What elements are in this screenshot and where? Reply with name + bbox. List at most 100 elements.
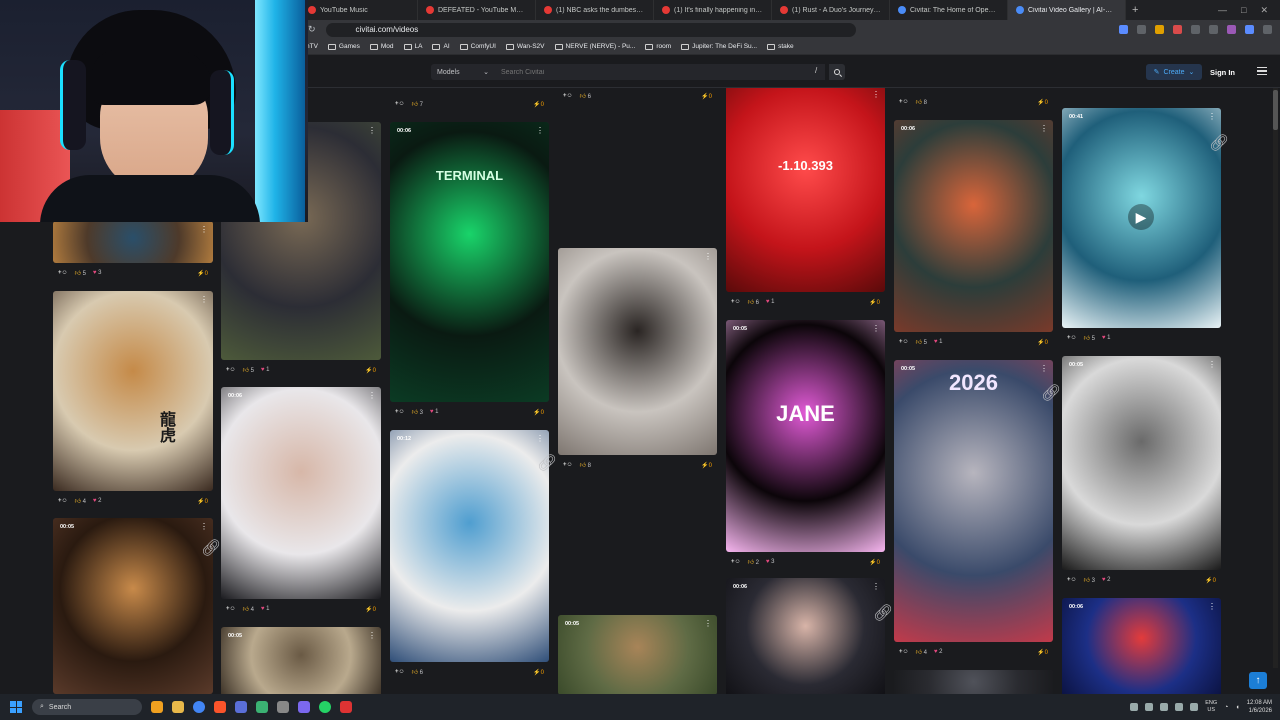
more-options-icon[interactable]: ⋮ (536, 435, 544, 443)
browser-tab[interactable]: Civitai: The Home of Open-Source (890, 0, 1008, 20)
more-options-icon[interactable]: ⋮ (704, 253, 712, 261)
video-thumbnail[interactable] (894, 120, 1053, 332)
brave-icon[interactable] (214, 701, 226, 713)
more-options-icon[interactable]: ⋮ (200, 296, 208, 304)
more-options-icon[interactable]: ⋮ (872, 325, 880, 333)
add-reaction-button[interactable]: +☺ (563, 462, 573, 468)
app-icon[interactable] (256, 701, 268, 713)
card-flower[interactable]: 00:05 ⋮ JANE (726, 320, 885, 552)
link-icon[interactable]: 🔗︎ (537, 453, 557, 473)
video-thumbnail[interactable] (894, 670, 1053, 694)
buzz-count[interactable]: ⚡0 (197, 270, 208, 277)
card-sketch-house[interactable]: 00:05 ⋮ (1062, 356, 1221, 570)
volume-icon[interactable]: ◖ (1235, 704, 1239, 711)
like-count[interactable]: 👍︎ 5 (243, 366, 254, 374)
bookmark-item[interactable]: room (645, 43, 671, 50)
more-options-icon[interactable]: ⋮ (368, 632, 376, 640)
more-options-icon[interactable]: ⋮ (1208, 603, 1216, 611)
url-field[interactable]: civitai.com/videos (325, 22, 856, 37)
link-icon[interactable]: 🔗︎ (873, 603, 893, 623)
more-options-icon[interactable]: ⋮ (872, 91, 880, 99)
music-icon[interactable] (1209, 25, 1218, 34)
extension-icon[interactable] (1227, 25, 1236, 34)
tray-icon[interactable] (1175, 703, 1184, 711)
card-anime-woman[interactable]: 00:06 ⋮ (726, 578, 885, 694)
like-count[interactable]: 👍︎ 6 (748, 298, 759, 306)
like-count[interactable]: 👍︎ 3 (1084, 576, 1095, 584)
like-count[interactable]: 👍︎ 7 (412, 100, 423, 108)
file-explorer-icon[interactable] (172, 701, 184, 713)
add-reaction-button[interactable]: +☺ (1067, 577, 1077, 583)
video-thumbnail[interactable] (390, 122, 549, 402)
whatsapp-icon[interactable] (319, 701, 331, 713)
add-reaction-button[interactable]: +☺ (58, 270, 68, 276)
bookmark-item[interactable]: ComfyUI (459, 43, 496, 50)
video-thumbnail[interactable] (1062, 356, 1221, 570)
more-options-icon[interactable]: ⋮ (536, 127, 544, 135)
like-count[interactable]: 👍︎ 6 (580, 92, 591, 100)
heart-count[interactable]: ♥ 1 (766, 299, 775, 305)
card-cat[interactable]: 00:05 ⋮ (558, 615, 717, 694)
video-thumbnail[interactable] (726, 578, 885, 694)
card-fur-coat[interactable]: ⋮ (558, 248, 717, 455)
extension-icon[interactable] (1173, 25, 1182, 34)
heart-count[interactable]: ♥ 3 (766, 559, 775, 565)
buzz-count[interactable]: ⚡0 (533, 409, 544, 416)
like-count[interactable]: 👍︎ 5 (75, 269, 86, 277)
like-count[interactable]: 👍︎ 8 (916, 98, 927, 106)
card-col1-top[interactable]: ⋮ (53, 221, 213, 263)
video-thumbnail[interactable] (390, 430, 549, 662)
more-options-icon[interactable]: ⋮ (200, 226, 208, 234)
menu-dots-icon[interactable] (1263, 25, 1272, 34)
buzz-count[interactable]: ⚡0 (365, 606, 376, 613)
more-options-icon[interactable]: ⋮ (1040, 125, 1048, 133)
discord-icon[interactable] (298, 701, 310, 713)
maximize-icon[interactable]: □ (1241, 5, 1246, 16)
bookmark-item[interactable]: Games (327, 43, 360, 50)
more-options-icon[interactable]: ⋮ (704, 620, 712, 628)
buzz-count[interactable]: ⚡0 (1205, 577, 1216, 584)
buzz-count[interactable]: ⚡0 (533, 669, 544, 676)
more-options-icon[interactable]: ⋮ (1208, 361, 1216, 369)
tray-icon[interactable] (1190, 703, 1199, 711)
link-icon[interactable]: 🔗︎ (1209, 133, 1229, 153)
video-thumbnail[interactable] (221, 387, 381, 599)
tray-icon[interactable] (1130, 703, 1139, 711)
hamburger-menu-icon[interactable] (1257, 67, 1267, 75)
clock[interactable]: 12:08 AM 1/6/2026 (1247, 699, 1272, 715)
add-reaction-button[interactable]: +☺ (1067, 335, 1077, 341)
card-col5-bottom[interactable] (894, 670, 1053, 694)
scroll-to-top-button[interactable]: ↑ (1249, 672, 1267, 689)
search-button[interactable] (829, 64, 845, 80)
browser-tab[interactable]: (1) NBC asks the dumbest questio (536, 0, 654, 20)
bookmark-item[interactable]: stake (767, 43, 794, 50)
like-count[interactable]: 👍︎ 5 (1084, 334, 1095, 342)
add-reaction-button[interactable]: +☺ (563, 93, 573, 99)
heart-count[interactable]: ♥ 2 (1102, 577, 1111, 583)
add-reaction-button[interactable]: +☺ (395, 409, 405, 415)
heart-count[interactable]: ♥ 1 (934, 339, 943, 345)
add-reaction-button[interactable]: +☺ (899, 339, 909, 345)
video-thumbnail[interactable] (726, 320, 885, 552)
buzz-count[interactable]: ⚡0 (701, 93, 712, 100)
video-thumbnail[interactable] (894, 360, 1053, 642)
more-options-icon[interactable]: ⋮ (368, 392, 376, 400)
buzz-count[interactable]: ⚡0 (869, 299, 880, 306)
app-icon[interactable] (235, 701, 247, 713)
create-button[interactable]: ✎ Create ⌄ (1146, 64, 1202, 80)
add-reaction-button[interactable]: +☺ (58, 498, 68, 504)
like-count[interactable]: 👍︎ 2 (748, 558, 759, 566)
tray-icon[interactable] (1160, 703, 1169, 711)
video-thumbnail[interactable] (558, 615, 717, 694)
browser-tab[interactable]: DEFEATED - YouTube Music (418, 0, 536, 20)
card-asian-girl[interactable]: 00:06 ⋮ (221, 387, 381, 599)
card-fireworks-girl[interactable]: 00:05 ⋮ (53, 518, 213, 694)
buzz-count[interactable]: ⚡0 (869, 559, 880, 566)
buzz-count[interactable]: ⚡0 (1037, 339, 1048, 346)
more-options-icon[interactable]: ⋮ (872, 583, 880, 591)
language-indicator[interactable]: ENG US (1205, 700, 1217, 714)
heart-count[interactable]: ♥ 1 (261, 606, 270, 612)
wifi-icon[interactable]: ◔ (1224, 704, 1228, 711)
play-icon[interactable]: ▶ (1128, 204, 1154, 230)
bookmark-item[interactable]: NERVE (NERVE) - Pu... (554, 43, 635, 50)
